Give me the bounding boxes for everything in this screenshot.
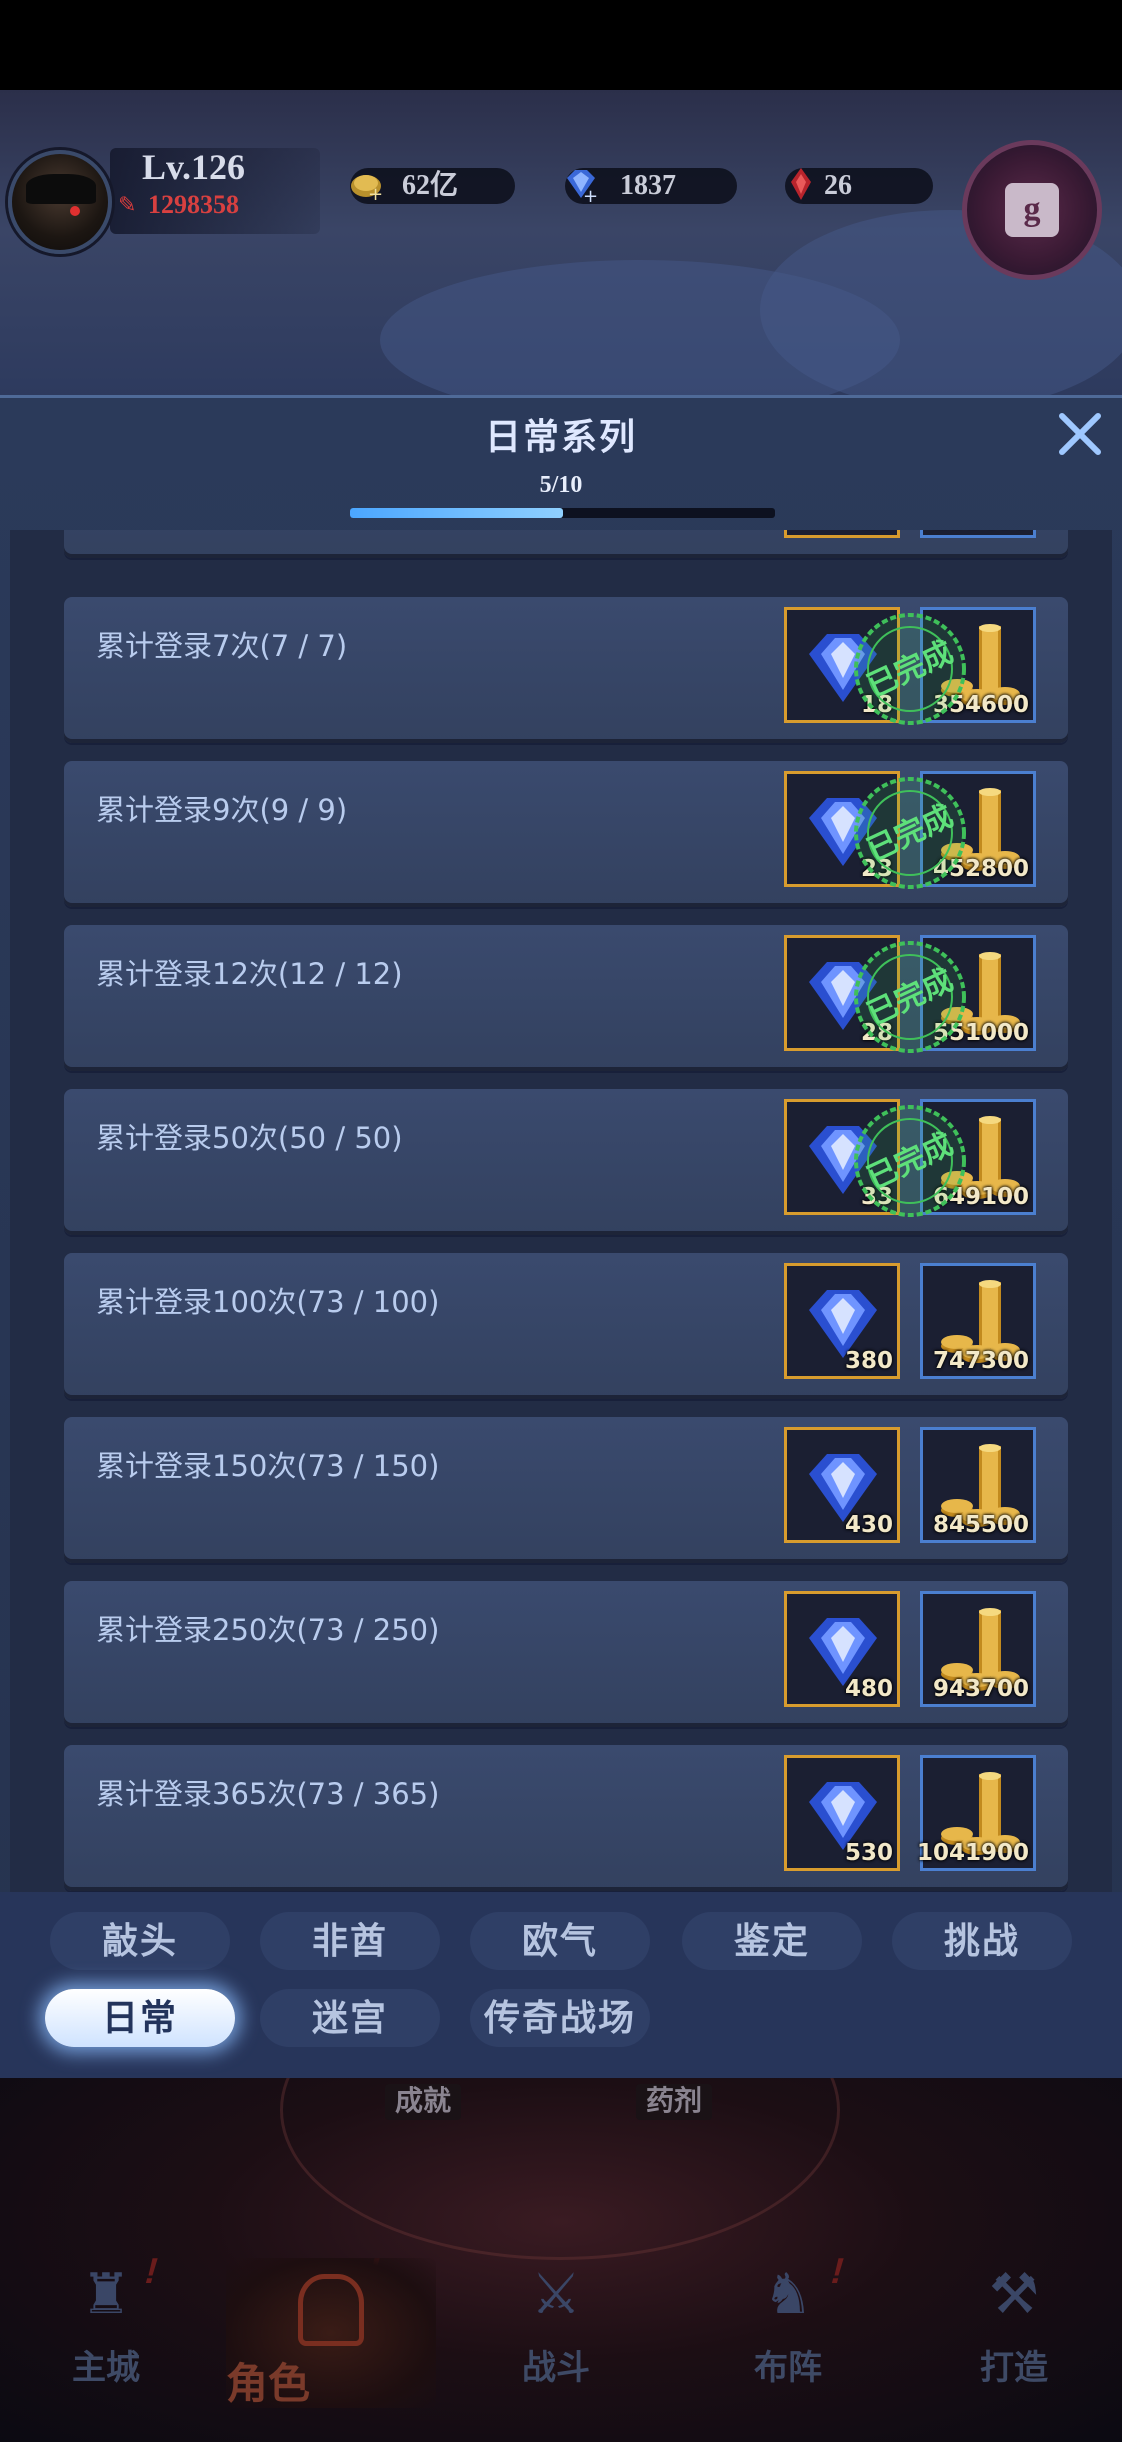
progress-bar (350, 508, 775, 518)
svg-text:+: + (583, 186, 598, 204)
task-label: 累计登录250次(73 / 250) (96, 1613, 440, 1647)
formation-icon: ♞ (762, 2262, 814, 2325)
completed-stamp-icon: 已完成 (854, 1105, 966, 1217)
gold-reward-count: 1041900 (916, 1840, 1029, 1866)
gem-reward-count: 480 (844, 1676, 893, 1702)
category-tab-bar: 敲头 非酋 欧气 鉴定 挑战 日常 迷宫 传奇战场 (0, 1892, 1122, 2078)
gem-reward-count: 530 (844, 1840, 893, 1866)
panel-title: 日常系列 (484, 417, 637, 457)
gem-reward[interactable]: 380 (784, 1263, 900, 1379)
gold-reward[interactable]: 845500 (920, 1427, 1036, 1543)
gem-reward[interactable]: 430 (784, 1427, 900, 1543)
scroll-icon: g (1005, 183, 1059, 237)
task-row: 累计登录250次(73 / 250) 480 943700 (64, 1581, 1068, 1727)
avatar-hat (26, 174, 96, 204)
task-row-partial: 16 258400 (64, 530, 1068, 558)
nav-main-city[interactable]: ♜ 主城 (36, 2250, 176, 2400)
nav-forge[interactable]: ⚒ 打造 (944, 2250, 1084, 2400)
tab-feiqiu[interactable]: 非酋 (260, 1912, 440, 1970)
nav-character[interactable]: 角色 (226, 2258, 436, 2408)
gold-amount: 62亿 (402, 170, 459, 201)
progress-label: 5/10 (539, 472, 583, 498)
gem-reward[interactable]: 530 (784, 1755, 900, 1871)
achievement-label[interactable]: 成就 (385, 2084, 462, 2120)
crossed-swords-icon: ⚔ (530, 2262, 582, 2325)
nav-label: 角色 (226, 2362, 311, 2408)
gold-coin-icon: + (351, 175, 383, 204)
potion-label[interactable]: 药剂 (636, 2084, 713, 2120)
tab-jianding[interactable]: 鉴定 (682, 1912, 862, 1970)
task-label: 累计登录50次(50 / 50) (96, 1121, 403, 1155)
tab-chuanqi-zhanchang[interactable]: 传奇战场 (470, 1989, 650, 2047)
gem-reward[interactable]: 16 (784, 530, 900, 538)
status-bar (0, 0, 1122, 90)
tab-qiaotou[interactable]: 敲头 (50, 1912, 230, 1970)
gold-reward[interactable]: 747300 (920, 1263, 1036, 1379)
completed-stamp-icon: 已完成 (854, 613, 966, 725)
blue-gem-icon: + (567, 170, 598, 204)
combat-power: 1298358 (148, 190, 239, 219)
tab-tiaozhan[interactable]: 挑战 (892, 1912, 1072, 1970)
close-icon[interactable] (1052, 406, 1108, 462)
task-row: 累计登录100次(73 / 100) 380 747300 (64, 1253, 1068, 1399)
gold-reward-count: 747300 (932, 1348, 1029, 1374)
nav-label: 打造 (980, 2350, 1048, 2387)
gold-reward[interactable]: 943700 (920, 1591, 1036, 1707)
avatar-eye (70, 206, 80, 216)
task-label: 累计登录9次(9 / 9) (96, 793, 348, 827)
gem-reward[interactable]: 480 (784, 1591, 900, 1707)
gem-reward-count: 380 (844, 1348, 893, 1374)
tab-migong[interactable]: 迷宫 (260, 1989, 440, 2047)
completed-stamp-icon: 已完成 (854, 777, 966, 889)
gold-reward-count: 845500 (932, 1512, 1029, 1538)
task-label: 累计登录7次(7 / 7) (96, 629, 348, 663)
completed-stamp-icon: 已完成 (854, 941, 966, 1053)
task-row: 累计登录150次(73 / 150) 430 845500 (64, 1417, 1068, 1563)
task-row: 累计登录7次(7 / 7)18354600已完成 (64, 597, 1068, 743)
nav-formation[interactable]: ♞ 布阵 (718, 2250, 858, 2400)
nav-label: 战斗 (522, 2350, 590, 2387)
gem-reward-count: 430 (844, 1512, 893, 1538)
progress-bar-fill (350, 508, 563, 518)
tab-richang[interactable]: 日常 (45, 1989, 235, 2047)
anvil-icon: ⚒ (988, 2262, 1040, 2325)
nav-label: 主城 (72, 2350, 140, 2387)
combat-power-icon: ✎ (118, 192, 137, 217)
gold-reward-count: 258400 (933, 530, 1029, 533)
scroll-menu-button[interactable]: g (962, 140, 1102, 280)
gem-reward-count: 16 (861, 530, 893, 533)
task-row: 累计登录9次(9 / 9)23452800已完成 (64, 761, 1068, 907)
gem-amount: 1837 (620, 170, 676, 201)
player-avatar[interactable] (8, 150, 112, 254)
task-label: 累计登录150次(73 / 150) (96, 1449, 440, 1483)
gold-reward-count: 943700 (932, 1676, 1029, 1702)
task-row: 累计登录365次(73 / 365) 530 1041900 (64, 1745, 1068, 1891)
gold-reward[interactable]: 1041900 (916, 1755, 1036, 1871)
helmet-icon (298, 2274, 364, 2346)
nav-battle[interactable]: ⚔ 战斗 (486, 2250, 626, 2400)
player-level: Lv.126 (142, 147, 246, 187)
task-list[interactable]: 16 258400 累计登录7次(7 / 7)18354600已完成累计登录9次… (10, 530, 1112, 1892)
nav-label: 布阵 (754, 2350, 822, 2387)
task-label: 累计登录12次(12 / 12) (96, 957, 403, 991)
task-label: 累计登录100次(73 / 100) (96, 1285, 440, 1319)
castle-icon: ♜ (80, 2262, 132, 2325)
task-row: 累计登录50次(50 / 50)33649100已完成 (64, 1089, 1068, 1235)
gold-reward[interactable]: 258400 (920, 530, 1036, 538)
task-label: 累计登录365次(73 / 365) (96, 1777, 440, 1811)
tab-ouqi[interactable]: 欧气 (470, 1912, 650, 1970)
task-row: 累计登录12次(12 / 12)28551000已完成 (64, 925, 1068, 1071)
crystal-amount: 26 (824, 170, 852, 201)
svg-text:+: + (368, 184, 383, 204)
red-crystal-icon (791, 168, 811, 200)
